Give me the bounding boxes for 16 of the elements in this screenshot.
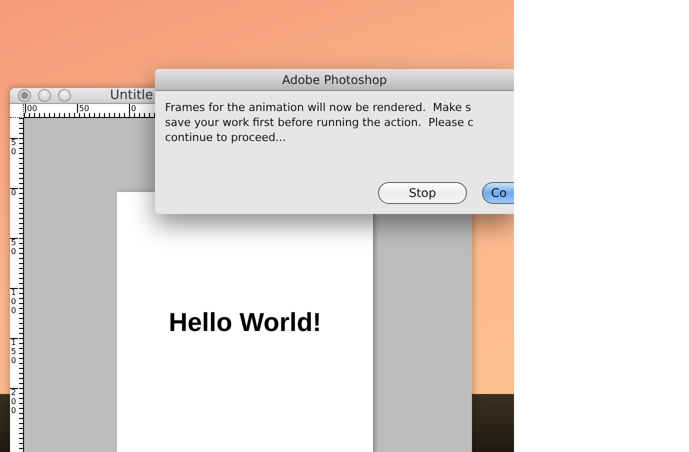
minimize-button[interactable] bbox=[38, 89, 51, 102]
ruler-label: 50 bbox=[77, 104, 129, 113]
ruler-label: 0 bbox=[10, 188, 18, 238]
dialog-button[interactable]: Stop bbox=[378, 182, 467, 204]
ruler-origin[interactable] bbox=[10, 104, 24, 118]
canvas-text: Hello World! bbox=[168, 307, 322, 337]
ruler-label: 200 bbox=[10, 388, 18, 438]
ruler-label: 150 bbox=[10, 338, 18, 388]
ruler-label: 100 bbox=[10, 288, 18, 338]
ruler-label: 00 bbox=[25, 104, 77, 113]
ruler-label: 50 bbox=[10, 238, 18, 288]
default-button[interactable]: Co bbox=[482, 182, 514, 204]
zoom-button[interactable] bbox=[58, 89, 71, 102]
ruler-label: 50 bbox=[10, 138, 18, 188]
window-title: Untitle bbox=[110, 88, 154, 103]
dialog-title: Adobe Photoshop bbox=[282, 72, 387, 86]
